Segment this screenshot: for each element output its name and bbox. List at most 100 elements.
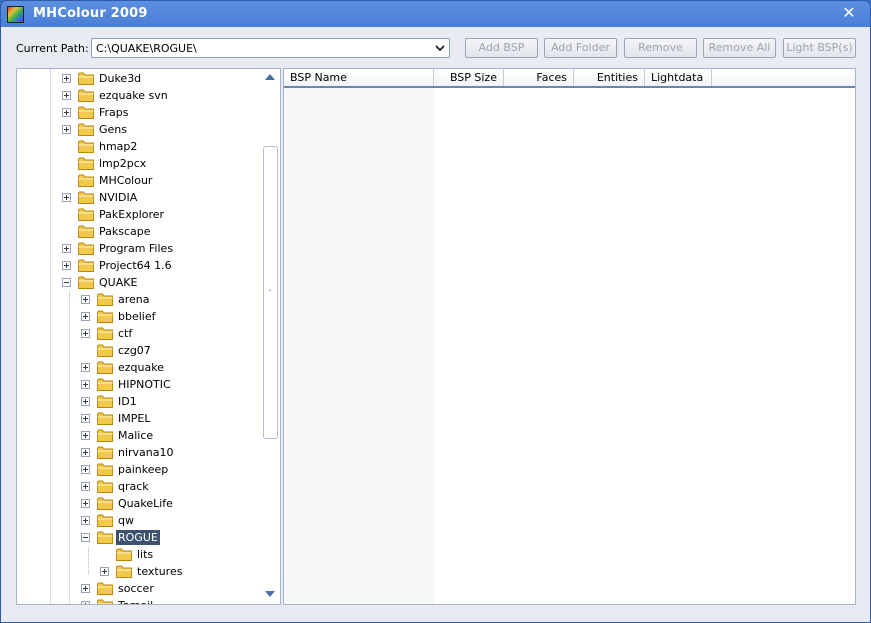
tree-item[interactable]: ctf [17, 325, 261, 342]
expand-plus-icon[interactable] [81, 584, 90, 593]
folder-icon [97, 446, 113, 459]
tree-item[interactable]: Project64 1.6 [17, 257, 261, 274]
expand-plus-icon[interactable] [81, 448, 90, 457]
expand-plus-icon[interactable] [81, 397, 90, 406]
folder-tree[interactable]: ◂ Duke3d ezquake svn Fraps Gens hmap2 lmp2pcx… [16, 68, 281, 605]
tree-item[interactable]: Duke3d [17, 70, 261, 87]
current-path-combobox[interactable]: C:\QUAKE\ROGUE\ [91, 38, 450, 58]
bsp-list[interactable]: BSP Name BSP Size Faces Entities Lightda… [283, 68, 856, 605]
tree-item-label: qw [118, 514, 134, 527]
expand-plus-icon[interactable] [81, 499, 90, 508]
title-bar[interactable]: MHColour 2009 ✕ [1, 1, 870, 27]
add-bsp-button[interactable]: Add BSP [465, 38, 538, 58]
expand-plus-icon[interactable] [81, 363, 90, 372]
tree-item[interactable]: Malice [17, 427, 261, 444]
folder-icon [97, 293, 113, 306]
scroll-thumb[interactable]: ◂ [263, 146, 278, 439]
tree-item[interactable]: ezquake svn [17, 87, 261, 104]
expand-plus-icon[interactable] [100, 567, 109, 576]
add-folder-button[interactable]: Add Folder [544, 38, 617, 58]
tree-item-label: Pakscape [99, 225, 151, 238]
tree-item-label: soccer [118, 582, 154, 595]
collapse-minus-icon[interactable] [62, 278, 71, 287]
tree-item-label: textures [137, 565, 183, 578]
column-bsp-name[interactable]: BSP Name [284, 69, 434, 86]
tree-item[interactable]: qrack [17, 478, 261, 495]
expand-plus-icon[interactable] [62, 193, 71, 202]
tree-item[interactable]: Program Files [17, 240, 261, 257]
tree-item[interactable]: bbelief [17, 308, 261, 325]
column-faces[interactable]: Faces [504, 69, 574, 86]
expand-plus-icon[interactable] [81, 329, 90, 338]
tree-item[interactable]: PakExplorer [17, 206, 261, 223]
tree-item[interactable]: IMPEL [17, 410, 261, 427]
tree-item[interactable]: Tamoil [17, 597, 261, 604]
expand-plus-icon[interactable] [81, 482, 90, 491]
expand-plus-icon[interactable] [81, 312, 90, 321]
tree-item[interactable]: Gens [17, 121, 261, 138]
expand-plus-icon[interactable] [81, 601, 90, 604]
tree-item[interactable]: QuakeLife [17, 495, 261, 512]
expand-plus-icon[interactable] [62, 125, 71, 134]
expand-plus-icon[interactable] [81, 295, 90, 304]
chevron-down-icon[interactable] [434, 42, 446, 54]
scroll-up-arrow-icon[interactable] [265, 74, 275, 80]
list-header: BSP Name BSP Size Faces Entities Lightda… [284, 69, 855, 88]
tree-item[interactable]: qw [17, 512, 261, 529]
expand-plus-icon[interactable] [81, 431, 90, 440]
tree-scrollbar[interactable]: ◂ [261, 69, 280, 604]
tree-item-label: lits [137, 548, 154, 561]
expand-plus-icon[interactable] [62, 261, 71, 270]
folder-icon [97, 310, 113, 323]
tree-item-label: Duke3d [99, 72, 142, 85]
collapse-minus-icon[interactable] [81, 533, 90, 542]
window-title: MHColour 2009 [33, 6, 148, 21]
column-entities[interactable]: Entities [574, 69, 645, 86]
column-lightdata[interactable]: Lightdata [645, 69, 712, 86]
tree-item-label: HIPNOTIC [118, 378, 171, 391]
tree-item[interactable]: ezquake [17, 359, 261, 376]
tree-item[interactable]: lits [17, 546, 261, 563]
tree-item[interactable]: nirvana10 [17, 444, 261, 461]
tree-item[interactable]: arena [17, 291, 261, 308]
scroll-down-arrow-icon[interactable] [265, 591, 275, 597]
tree-item[interactable]: HIPNOTIC [17, 376, 261, 393]
tree-item[interactable]: hmap2 [17, 138, 261, 155]
folder-icon [78, 259, 94, 272]
tree-item-label: IMPEL [118, 412, 151, 425]
expand-plus-icon[interactable] [62, 108, 71, 117]
tree-item[interactable]: MHColour [17, 172, 261, 189]
expand-plus-icon[interactable] [62, 244, 71, 253]
folder-icon [97, 429, 113, 442]
tree-item[interactable]: ROGUE [17, 529, 261, 546]
expand-plus-icon[interactable] [81, 516, 90, 525]
remove-all-button[interactable]: Remove All [703, 38, 776, 58]
tree-item[interactable]: Fraps [17, 104, 261, 121]
expand-plus-icon[interactable] [62, 91, 71, 100]
close-icon: ✕ [842, 3, 856, 22]
folder-icon [97, 497, 113, 510]
tree-item[interactable]: soccer [17, 580, 261, 597]
expand-plus-icon[interactable] [81, 380, 90, 389]
tree-item-label: lmp2pcx [99, 157, 147, 170]
tree-item[interactable]: Pakscape [17, 223, 261, 240]
tree-item[interactable]: lmp2pcx [17, 155, 261, 172]
tree-item[interactable]: ID1 [17, 393, 261, 410]
tree-item[interactable]: czg07 [17, 342, 261, 359]
grip-icon: ◂ [268, 287, 272, 294]
tree-item[interactable]: QUAKE [17, 274, 261, 291]
tree-item-label: Malice [118, 429, 154, 442]
remove-button[interactable]: Remove [624, 38, 697, 58]
expand-plus-icon[interactable] [81, 414, 90, 423]
tree-item[interactable]: textures [17, 563, 261, 580]
expand-plus-icon[interactable] [81, 465, 90, 474]
tree-item[interactable]: painkeep [17, 461, 261, 478]
folder-icon [78, 72, 94, 85]
folder-icon [97, 582, 113, 595]
close-button[interactable]: ✕ [842, 5, 856, 21]
column-bsp-size[interactable]: BSP Size [434, 69, 504, 86]
light-bsps-button[interactable]: Light BSP(s) [783, 38, 856, 58]
folder-icon [78, 208, 94, 221]
tree-item[interactable]: NVIDIA [17, 189, 261, 206]
expand-plus-icon[interactable] [62, 74, 71, 83]
